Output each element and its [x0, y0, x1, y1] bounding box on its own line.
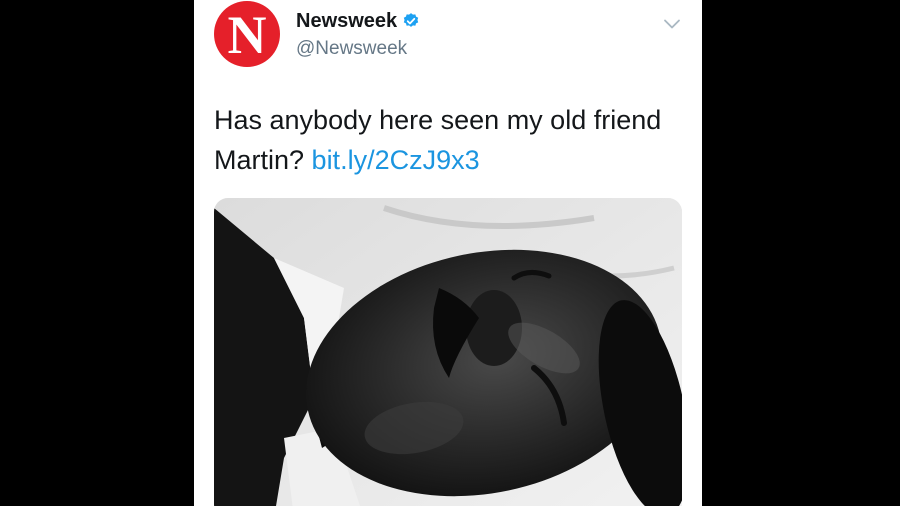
- video-frame: N Newsweek @Newsweek Has anybody here se…: [0, 0, 900, 506]
- author-display-name[interactable]: Newsweek: [296, 9, 397, 33]
- chevron-down-icon[interactable]: [662, 14, 682, 34]
- tweet-card: N Newsweek @Newsweek Has anybody here se…: [194, 0, 702, 506]
- tweet-text: Has anybody here seen my old friend Mart…: [214, 100, 684, 180]
- author-name-row: Newsweek: [296, 9, 420, 33]
- tweet-media-photo[interactable]: [214, 198, 682, 506]
- verified-badge-icon: [402, 12, 420, 30]
- photo-image: [214, 198, 682, 506]
- avatar[interactable]: N: [214, 1, 280, 67]
- author-handle[interactable]: @Newsweek: [296, 37, 407, 61]
- tweet-link[interactable]: bit.ly/2CzJ9x3: [312, 145, 480, 175]
- newsweek-logo: N: [227, 5, 267, 65]
